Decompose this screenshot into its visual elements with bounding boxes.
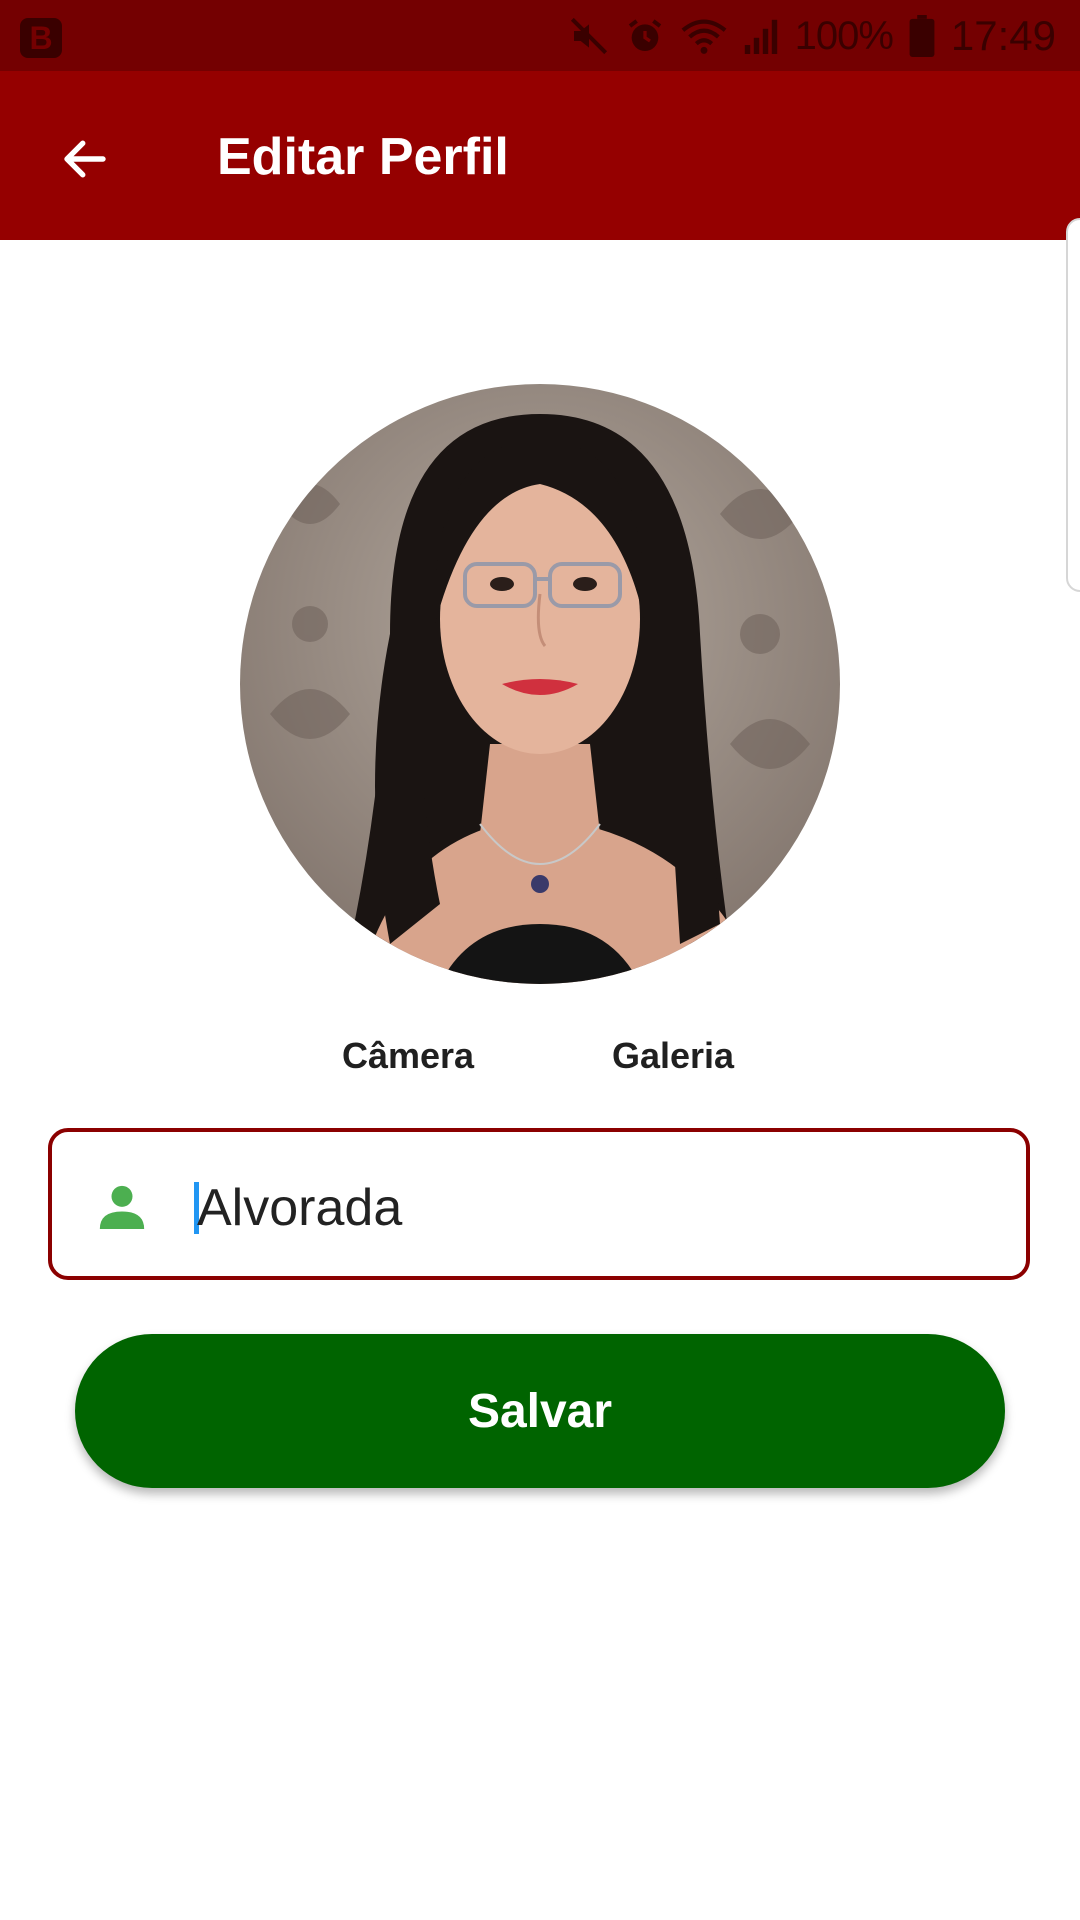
profile-photo-image (240, 384, 840, 984)
back-button[interactable] (40, 114, 130, 204)
alarm-icon (628, 19, 661, 51)
page-title: Editar Perfil (217, 128, 509, 186)
camera-button[interactable]: Câmera (342, 1030, 474, 1082)
clock: 17:49 (950, 12, 1056, 59)
name-input[interactable]: Alvorada (48, 1128, 1030, 1280)
person-icon (99, 1185, 145, 1229)
profile-photo[interactable] (240, 384, 840, 984)
battery-percentage: 100% (794, 13, 894, 58)
save-button-label: Salvar (467, 1384, 613, 1438)
gallery-button[interactable]: Galeria (612, 1030, 734, 1082)
app-notification-icon: B (20, 18, 62, 58)
status-icons: 100% 17:49 (569, 10, 1056, 62)
status-bar: B 100% 17:49 (0, 0, 1080, 71)
name-input-value: Alvorada (197, 1179, 403, 1237)
save-button[interactable]: Salvar (75, 1334, 1005, 1488)
battery-icon (909, 15, 935, 57)
edge-panel-handle[interactable] (1066, 218, 1080, 592)
signal-icon (744, 19, 777, 54)
arrow-left-icon (64, 140, 106, 178)
wifi-icon (681, 19, 726, 54)
app-bar (0, 71, 1080, 240)
mute-icon (570, 17, 607, 55)
